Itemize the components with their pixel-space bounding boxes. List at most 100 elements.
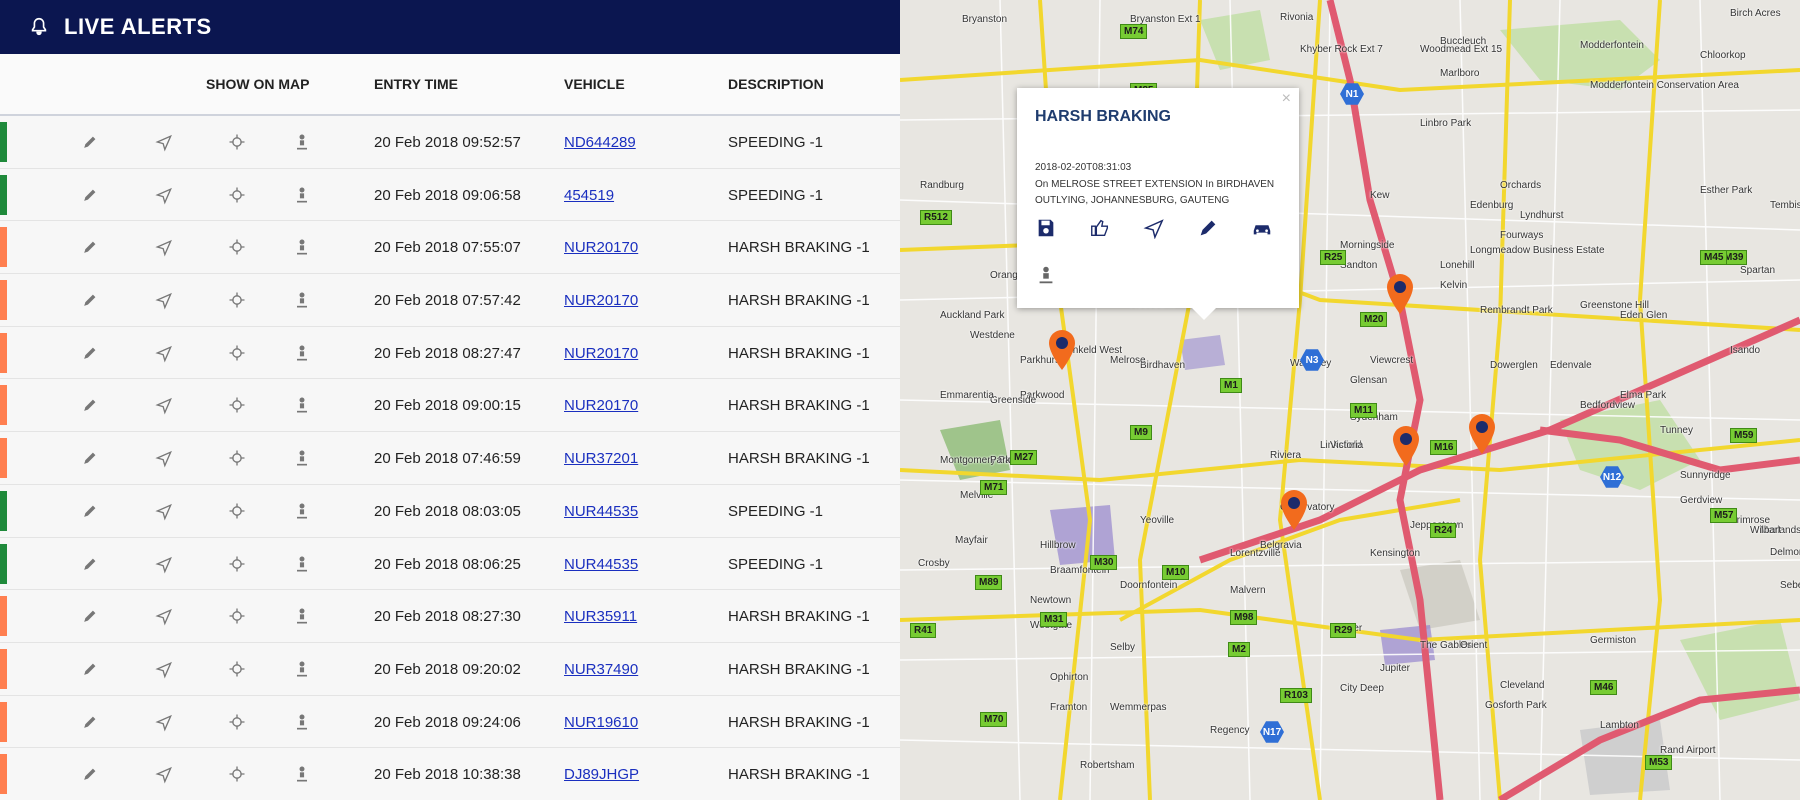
status-stripe [0, 596, 7, 637]
vehicle-link[interactable]: NUR35911 [564, 608, 637, 625]
pencil-icon[interactable] [80, 659, 100, 679]
send-icon[interactable] [154, 343, 174, 363]
pencil-icon[interactable] [80, 185, 100, 205]
save-icon[interactable] [1035, 217, 1057, 239]
vehicle-link[interactable]: NUR19610 [564, 714, 638, 731]
map-place-label: Lonehill [1440, 260, 1475, 271]
vehicle-link[interactable]: NUR44535 [564, 556, 638, 573]
pencil-icon[interactable] [80, 290, 100, 310]
vehicle-link[interactable]: NUR20170 [564, 239, 638, 256]
person-pin-icon[interactable] [292, 764, 312, 784]
pencil-icon[interactable] [80, 712, 100, 732]
vehicle-link[interactable]: NUR44535 [564, 503, 638, 520]
alert-pin[interactable] [1390, 424, 1422, 468]
vehicle-link[interactable]: NUR20170 [564, 397, 638, 414]
pencil-icon[interactable] [80, 606, 100, 626]
pencil-icon[interactable] [80, 554, 100, 574]
send-icon[interactable] [154, 237, 174, 257]
crosshair-icon[interactable] [227, 712, 247, 732]
send-icon[interactable] [154, 764, 174, 784]
person-pin-icon[interactable] [292, 343, 312, 363]
vehicle-link[interactable]: NUR37490 [564, 661, 638, 678]
table-row[interactable]: 20 Feb 2018 09:52:57 ND644289 SPEEDING -1 [0, 116, 900, 169]
popup-location: On MELROSE STREET EXTENSION In BIRDHAVEN… [1035, 179, 1275, 206]
crosshair-icon[interactable] [227, 606, 247, 626]
crosshair-icon[interactable] [227, 501, 247, 521]
send-icon[interactable] [154, 185, 174, 205]
table-row[interactable]: 20 Feb 2018 08:03:05 NUR44535 SPEEDING -1 [0, 484, 900, 538]
popup-title: HARSH BRAKING [1035, 108, 1171, 125]
road-shield: M10 [1162, 565, 1190, 580]
crosshair-icon[interactable] [227, 395, 247, 415]
crosshair-icon[interactable] [227, 290, 247, 310]
person-pin-icon[interactable] [292, 237, 312, 257]
person-pin-icon[interactable] [292, 132, 312, 152]
thumbs-up-icon[interactable] [1089, 217, 1111, 239]
send-icon[interactable] [154, 132, 174, 152]
crosshair-icon[interactable] [227, 764, 247, 784]
vehicle-link[interactable]: DJ89JHGP [564, 766, 639, 783]
table-row[interactable]: 20 Feb 2018 08:27:30 NUR35911 HARSH BRAKIN… [0, 590, 900, 643]
send-icon[interactable] [154, 712, 174, 732]
table-row[interactable]: 20 Feb 2018 08:06:25 NUR44535 SPEEDING -1 [0, 537, 900, 591]
pencil-icon[interactable] [1197, 217, 1219, 239]
pencil-icon[interactable] [80, 501, 100, 521]
table-row[interactable]: 20 Feb 2018 09:24:06 NUR19610 HARSH BRAKIN… [0, 695, 900, 749]
alert-pin[interactable] [1046, 328, 1078, 372]
person-pin-icon[interactable] [292, 290, 312, 310]
person-pin-icon[interactable] [292, 395, 312, 415]
table-row[interactable]: 20 Feb 2018 09:20:02 NUR37490 HARSH BRAKIN… [0, 642, 900, 696]
pencil-icon[interactable] [80, 132, 100, 152]
alert-pin[interactable] [1466, 412, 1498, 456]
table-row[interactable]: 20 Feb 2018 07:55:07 NUR20170 HARSH BRAKIN… [0, 221, 900, 275]
alert-pin[interactable] [1384, 272, 1416, 316]
crosshair-icon[interactable] [227, 185, 247, 205]
crosshair-icon[interactable] [227, 237, 247, 257]
crosshair-icon[interactable] [227, 343, 247, 363]
vehicle-link[interactable]: NUR20170 [564, 345, 638, 362]
alert-pin[interactable] [1278, 488, 1310, 532]
pencil-icon[interactable] [80, 395, 100, 415]
send-icon[interactable] [154, 290, 174, 310]
vehicle-link[interactable]: NUR20170 [564, 292, 638, 309]
person-pin-icon[interactable] [292, 448, 312, 468]
car-icon[interactable] [1251, 217, 1273, 239]
pencil-icon[interactable] [80, 448, 100, 468]
vehicle-link[interactable]: NUR37201 [564, 450, 638, 467]
map-place-label: Yeoville [1140, 515, 1175, 526]
send-icon[interactable] [154, 501, 174, 521]
send-icon[interactable] [154, 448, 174, 468]
table-row[interactable]: 20 Feb 2018 10:38:38 DJ89JHGP HARSH BRAKIN… [0, 748, 900, 800]
pencil-icon[interactable] [80, 237, 100, 257]
table-row[interactable]: 20 Feb 2018 09:06:58 454519 SPEEDING -1 [0, 168, 900, 222]
send-icon[interactable] [154, 395, 174, 415]
road-shield: R103 [1280, 688, 1312, 703]
table-row[interactable]: 20 Feb 2018 07:57:42 NUR20170 HARSH BRAKIN… [0, 274, 900, 327]
crosshair-icon[interactable] [227, 554, 247, 574]
vehicle-link[interactable]: 454519 [564, 187, 614, 204]
person-pin-icon[interactable] [292, 554, 312, 574]
vehicle-link[interactable]: ND644289 [564, 134, 636, 151]
send-icon[interactable] [1143, 217, 1165, 240]
person-pin-icon[interactable] [292, 185, 312, 205]
crosshair-icon[interactable] [227, 132, 247, 152]
person-pin-icon[interactable] [292, 712, 312, 732]
person-pin-icon[interactable] [292, 606, 312, 626]
send-icon[interactable] [154, 554, 174, 574]
pencil-icon[interactable] [80, 343, 100, 363]
popup-close-button[interactable]: × [1282, 90, 1291, 108]
person-pin-icon[interactable] [292, 659, 312, 679]
person-pin-icon[interactable] [1035, 264, 1057, 286]
map-view[interactable]: Bryanston Bryanston Ext 1 Rivonia Khyber Ro… [900, 0, 1800, 800]
send-icon[interactable] [154, 659, 174, 679]
table-row[interactable]: 20 Feb 2018 07:46:59 NUR37201 HARSH BRAKIN… [0, 432, 900, 485]
person-pin-icon[interactable] [292, 501, 312, 521]
pencil-icon[interactable] [80, 764, 100, 784]
send-icon[interactable] [154, 606, 174, 626]
map-place-label: Rivonia [1280, 12, 1314, 23]
table-row[interactable]: 20 Feb 2018 09:00:15 NUR20170 HARSH BRAKIN… [0, 379, 900, 433]
map-place-label: Rembrandt Park [1480, 305, 1553, 316]
crosshair-icon[interactable] [227, 448, 247, 468]
crosshair-icon[interactable] [227, 659, 247, 679]
table-row[interactable]: 20 Feb 2018 08:27:47 NUR20170 HARSH BRAKIN… [0, 326, 900, 380]
